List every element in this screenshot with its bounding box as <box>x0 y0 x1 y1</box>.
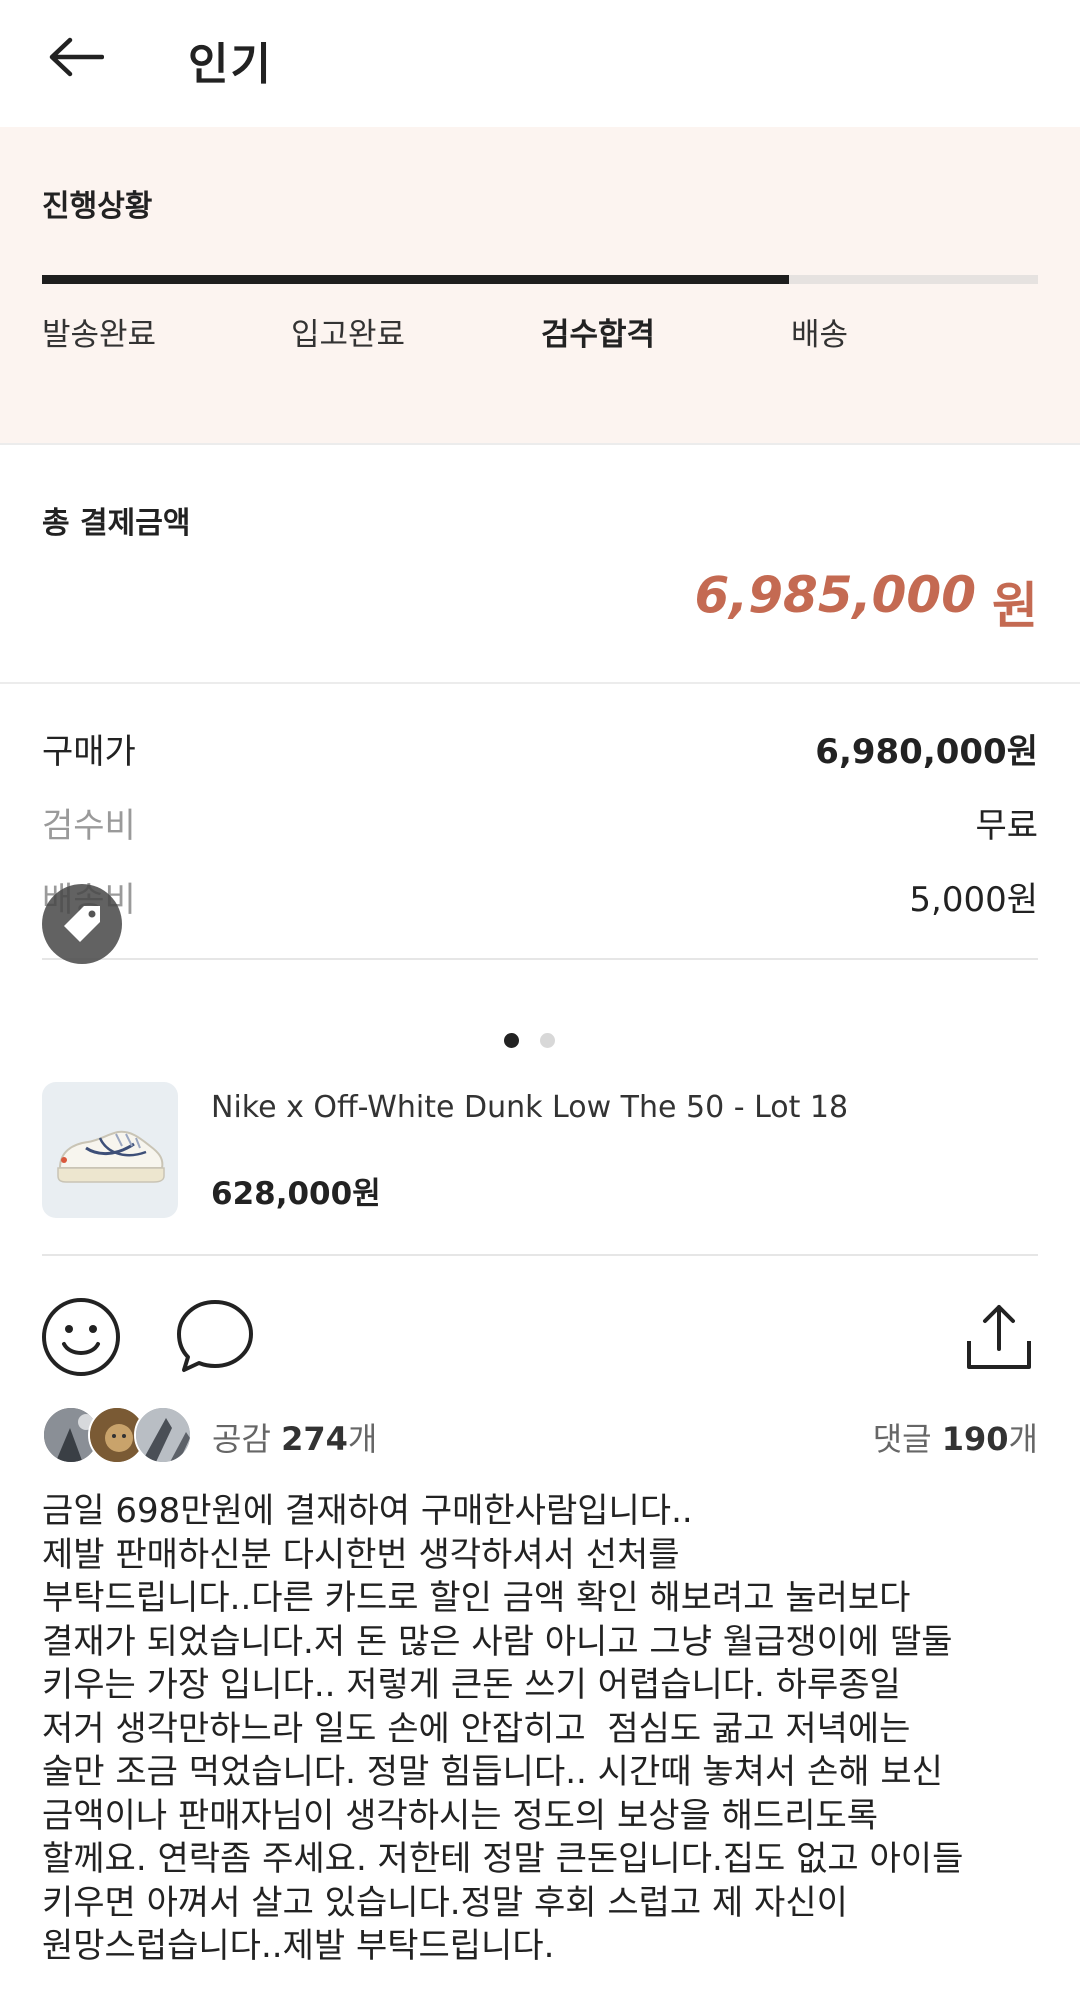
shipping-fee-row: 배송비 5,000원 <box>42 872 1038 922</box>
post-actions <box>42 1294 1038 1384</box>
page-title: 인기 <box>188 39 273 90</box>
likes-label: 공감 <box>212 1420 271 1458</box>
liker-avatars[interactable] <box>42 1406 202 1466</box>
step-inspection-passed: 검수합격 <box>541 317 656 353</box>
inspection-fee-value: 무료 <box>975 806 1038 846</box>
total-unit: 원 <box>992 577 1038 635</box>
step-received: 입고완료 <box>291 317 406 353</box>
comments-label: 댓글 <box>872 1420 932 1458</box>
likes-count: 공감 274개 <box>212 1414 377 1460</box>
comments-suffix: 개 <box>1008 1420 1038 1458</box>
total-amount: 6,985,000 <box>694 566 976 624</box>
progress-steps: 발송완료 입고완료 검수합격 배송 <box>42 309 1042 359</box>
carousel-dot <box>540 1033 555 1048</box>
step-delivery: 배송 <box>791 317 849 353</box>
carousel-indicator <box>504 1033 564 1051</box>
back-button[interactable] <box>36 22 116 92</box>
like-button[interactable] <box>38 1294 124 1380</box>
post-body: 금일 698만원에 결재하여 구매한사람입니다.. 제발 판매하신분 다시한번 … <box>42 1491 964 1966</box>
likes-number: 274 <box>281 1420 348 1458</box>
tag-icon <box>64 906 100 942</box>
share-icon <box>967 1305 1031 1369</box>
comment-button[interactable] <box>172 1294 258 1380</box>
post-meta: 공감 274개 댓글 190개 <box>42 1406 1038 1466</box>
progress-section: 진행상황 발송완료 입고완료 검수합격 배송 <box>0 127 1080 445</box>
sneaker-image <box>57 1130 165 1183</box>
product-thumbnail <box>42 1082 178 1218</box>
product-name: Nike x Off-White Dunk Low The 50 - Lot 1… <box>211 1090 849 1125</box>
step-shipped: 발송완료 <box>42 317 157 353</box>
smiley-icon <box>42 1298 120 1376</box>
avatar <box>134 1406 192 1464</box>
progress-bar <box>42 275 1038 284</box>
total-section: 총 결제금액 6,985,000 원 <box>0 446 1080 684</box>
product-tag-button[interactable] <box>42 884 122 964</box>
speech-bubble-icon <box>177 1300 253 1372</box>
product-card[interactable]: Nike x Off-White Dunk Low The 50 - Lot 1… <box>42 1082 1038 1256</box>
comments-number: 190 <box>941 1420 1009 1458</box>
purchase-price-label: 구매가 <box>42 732 136 772</box>
app-header: 인기 <box>0 0 1080 127</box>
comments-count[interactable]: 댓글 190개 <box>873 1414 1038 1460</box>
inspection-fee-label: 검수비 <box>42 806 136 846</box>
progress-title: 진행상황 <box>42 189 153 224</box>
price-breakdown: 구매가 6,980,000원 검수비 무료 배송비 5,000원 <box>42 684 1038 960</box>
progress-bar-fill <box>42 275 789 284</box>
share-button[interactable] <box>956 1294 1042 1380</box>
purchase-price-value: 6,980,000원 <box>815 732 1038 772</box>
product-price: 628,000원 <box>211 1176 381 1212</box>
likes-suffix: 개 <box>347 1420 378 1458</box>
purchase-price-row: 구매가 6,980,000원 <box>42 724 1038 774</box>
total-label: 총 결제금액 <box>42 506 191 541</box>
arrow-left-icon <box>49 37 104 77</box>
carousel-dot-active <box>504 1033 519 1048</box>
inspection-fee-row: 검수비 무료 <box>42 798 1038 848</box>
shipping-fee-value: 5,000원 <box>909 880 1038 920</box>
